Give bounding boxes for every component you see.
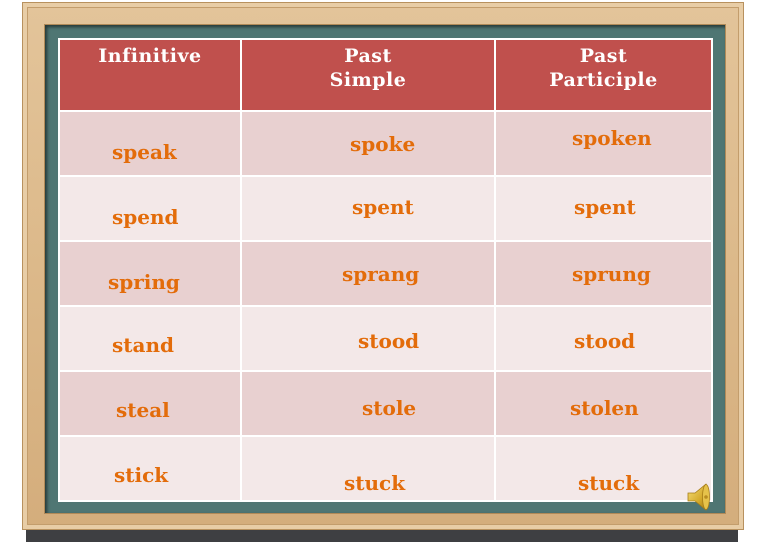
cell-infinitive: spend — [58, 175, 242, 242]
cell-infinitive: stick — [58, 435, 242, 502]
verb-word: stolen — [570, 396, 639, 420]
verb-table: Infinitive Past Simple Past Participle s… — [58, 38, 713, 502]
verb-word: spent — [574, 195, 636, 219]
verb-word: spend — [112, 205, 179, 229]
verb-word: steal — [116, 398, 170, 422]
cell-past-simple: stuck — [240, 435, 496, 502]
cell-infinitive: steal — [58, 370, 242, 437]
verb-word: stuck — [344, 471, 406, 495]
table-row: stand stood stood — [58, 305, 713, 372]
cell-past-participle: sprung — [494, 240, 713, 307]
table-row: spring sprang sprung — [58, 240, 713, 307]
speaker-icon[interactable] — [684, 480, 718, 514]
header-row: Infinitive Past Simple Past Participle — [58, 38, 713, 112]
header-text: Past — [344, 45, 392, 67]
verb-word: stick — [114, 463, 169, 487]
verb-word: spring — [108, 270, 180, 294]
verb-word: stole — [362, 396, 417, 420]
header-text: Participle — [549, 69, 658, 91]
header-infinitive: Infinitive — [58, 38, 242, 112]
verb-word: stood — [574, 329, 636, 353]
verb-word: sprang — [342, 262, 420, 286]
table-row: spend spent spent — [58, 175, 713, 242]
cell-infinitive: stand — [58, 305, 242, 372]
verb-word: spoken — [572, 126, 652, 150]
verb-word: sprung — [572, 262, 651, 286]
cell-infinitive: spring — [58, 240, 242, 307]
header-past-participle: Past Participle — [494, 38, 713, 112]
cell-past-simple: sprang — [240, 240, 496, 307]
verb-word: stuck — [578, 471, 640, 495]
header-text: Past — [579, 45, 628, 67]
cell-past-simple: spoke — [240, 110, 496, 177]
verb-word: stand — [112, 333, 174, 357]
cell-past-participle: stuck — [494, 435, 713, 502]
header-text: Simple — [329, 69, 407, 91]
verb-word: stood — [358, 329, 420, 353]
cell-past-simple: spent — [240, 175, 496, 242]
verb-word: speak — [112, 140, 177, 164]
cell-past-participle: spoken — [494, 110, 713, 177]
header-past-simple: Past Simple — [240, 38, 496, 112]
verb-word: spoke — [350, 132, 416, 156]
cell-past-simple: stole — [240, 370, 496, 437]
header-text: Infinitive — [98, 45, 202, 67]
table-row: speak spoke spoken — [58, 110, 713, 177]
cell-infinitive: speak — [58, 110, 242, 177]
verb-word: spent — [352, 195, 414, 219]
cell-past-participle: stood — [494, 305, 713, 372]
table-row: steal stole stolen — [58, 370, 713, 437]
cell-past-simple: stood — [240, 305, 496, 372]
cell-past-participle: stolen — [494, 370, 713, 437]
cell-past-participle: spent — [494, 175, 713, 242]
table-row: stick stuck stuck — [58, 435, 713, 502]
